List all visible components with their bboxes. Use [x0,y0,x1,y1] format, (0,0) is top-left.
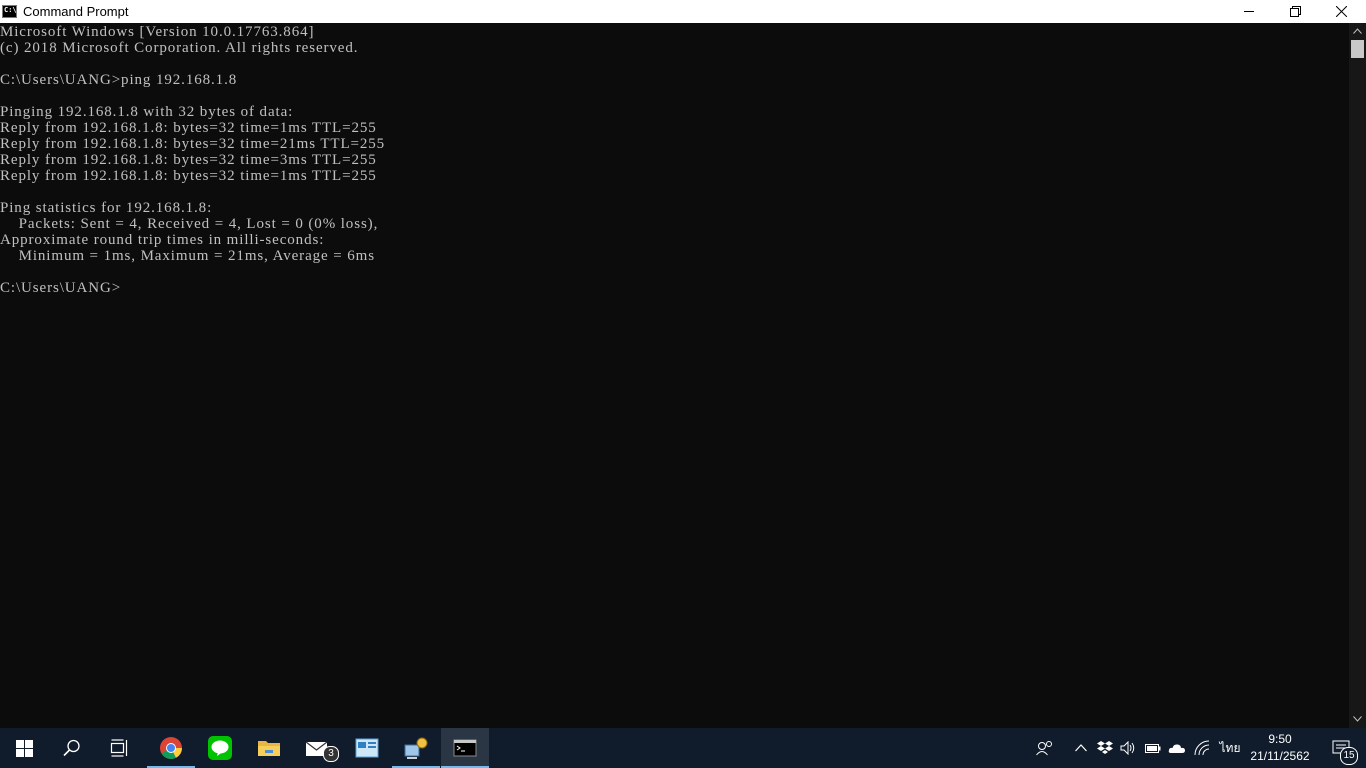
battery-button[interactable] [1141,728,1163,768]
taskbar-app-window[interactable] [343,728,391,768]
restore-button[interactable] [1272,0,1318,23]
restore-icon [1289,6,1301,17]
close-icon [1335,6,1347,17]
task-view-button[interactable] [96,728,144,768]
app-window-icon [355,738,379,758]
clock[interactable]: 9:50 21/11/2562 [1248,731,1312,765]
console-line: (c) 2018 Microsoft Corporation. All righ… [0,40,359,56]
cloud-icon [1168,743,1185,753]
people-button[interactable] [1032,728,1058,768]
console-line: Ping statistics for 192.168.1.8: [0,200,213,216]
clock-date: 21/11/2562 [1250,749,1310,763]
windows-logo-icon [15,739,33,757]
console-line: Reply from 192.168.1.8: bytes=32 time=1m… [0,168,377,184]
console-line: Reply from 192.168.1.8: bytes=32 time=1m… [0,120,377,136]
clock-time: 9:50 [1268,732,1292,746]
taskbar-file-explorer[interactable] [245,728,293,768]
notification-count-badge: 15 [1340,747,1358,765]
app-icon-glyph: C:\ [4,6,17,14]
taskbar-line[interactable] [196,728,244,768]
close-button[interactable] [1318,0,1364,23]
mail-badge: 3 [323,746,339,762]
command-prompt-icon [453,739,477,757]
show-hidden-icons-button[interactable] [1070,728,1092,768]
title-bar[interactable]: C:\ Command Prompt [0,0,1366,23]
onedrive-tray[interactable] [1165,728,1189,768]
wifi-button[interactable] [1191,728,1213,768]
taskbar-command-prompt[interactable] [441,728,489,768]
command-prompt-app-icon[interactable]: C:\ [2,5,17,18]
input-language-indicator[interactable]: ไทย [1219,738,1241,758]
console-line: Packets: Sent = 4, Received = 4, Lost = … [0,216,379,232]
vertical-scrollbar[interactable] [1349,23,1366,728]
scroll-up-button[interactable] [1349,25,1366,37]
console-line: Minimum = 1ms, Maximum = 21ms, Average =… [0,248,375,264]
taskbar-network-app[interactable] [392,728,440,768]
action-center-button[interactable]: 15 [1318,728,1366,768]
console-line: Microsoft Windows [Version 10.0.17763.86… [0,24,315,40]
scroll-down-button[interactable] [1349,713,1366,725]
minimize-icon [1243,11,1254,12]
scroll-thumb[interactable] [1351,40,1364,58]
console-output[interactable]: Microsoft Windows [Version 10.0.17763.86… [0,23,1349,728]
console-line: Reply from 192.168.1.8: bytes=32 time=3m… [0,152,377,168]
task-view-icon [110,739,128,757]
console-line: C:\Users\UANG>ping 192.168.1.8 [0,72,238,88]
chevron-up-icon [1353,28,1362,34]
dropbox-tray[interactable] [1094,728,1116,768]
minimize-button[interactable] [1226,0,1272,23]
start-button[interactable] [0,728,48,768]
volume-button[interactable] [1117,728,1139,768]
network-tool-icon [404,737,428,759]
dropbox-icon [1097,741,1113,754]
battery-icon [1145,744,1161,753]
console-line: Reply from 192.168.1.8: bytes=32 time=21… [0,136,386,152]
console-line: C:\Users\UANG> [0,280,122,296]
folder-icon [258,741,280,756]
chrome-icon [160,737,182,759]
window-title: Command Prompt [23,4,129,19]
chevron-up-icon [1075,744,1087,752]
search-icon [63,739,80,757]
console-line: Pinging 192.168.1.8 with 32 bytes of dat… [0,104,294,120]
wifi-icon [1194,740,1210,756]
taskbar-chrome[interactable] [147,728,195,768]
taskbar-mail[interactable]: 3 [294,728,342,768]
line-app-icon [208,736,232,760]
search-button[interactable] [48,728,96,768]
console-line: Approximate round trip times in milli-se… [0,232,325,248]
people-icon [1036,741,1052,756]
chevron-down-icon [1353,716,1362,722]
speaker-icon [1120,741,1134,755]
